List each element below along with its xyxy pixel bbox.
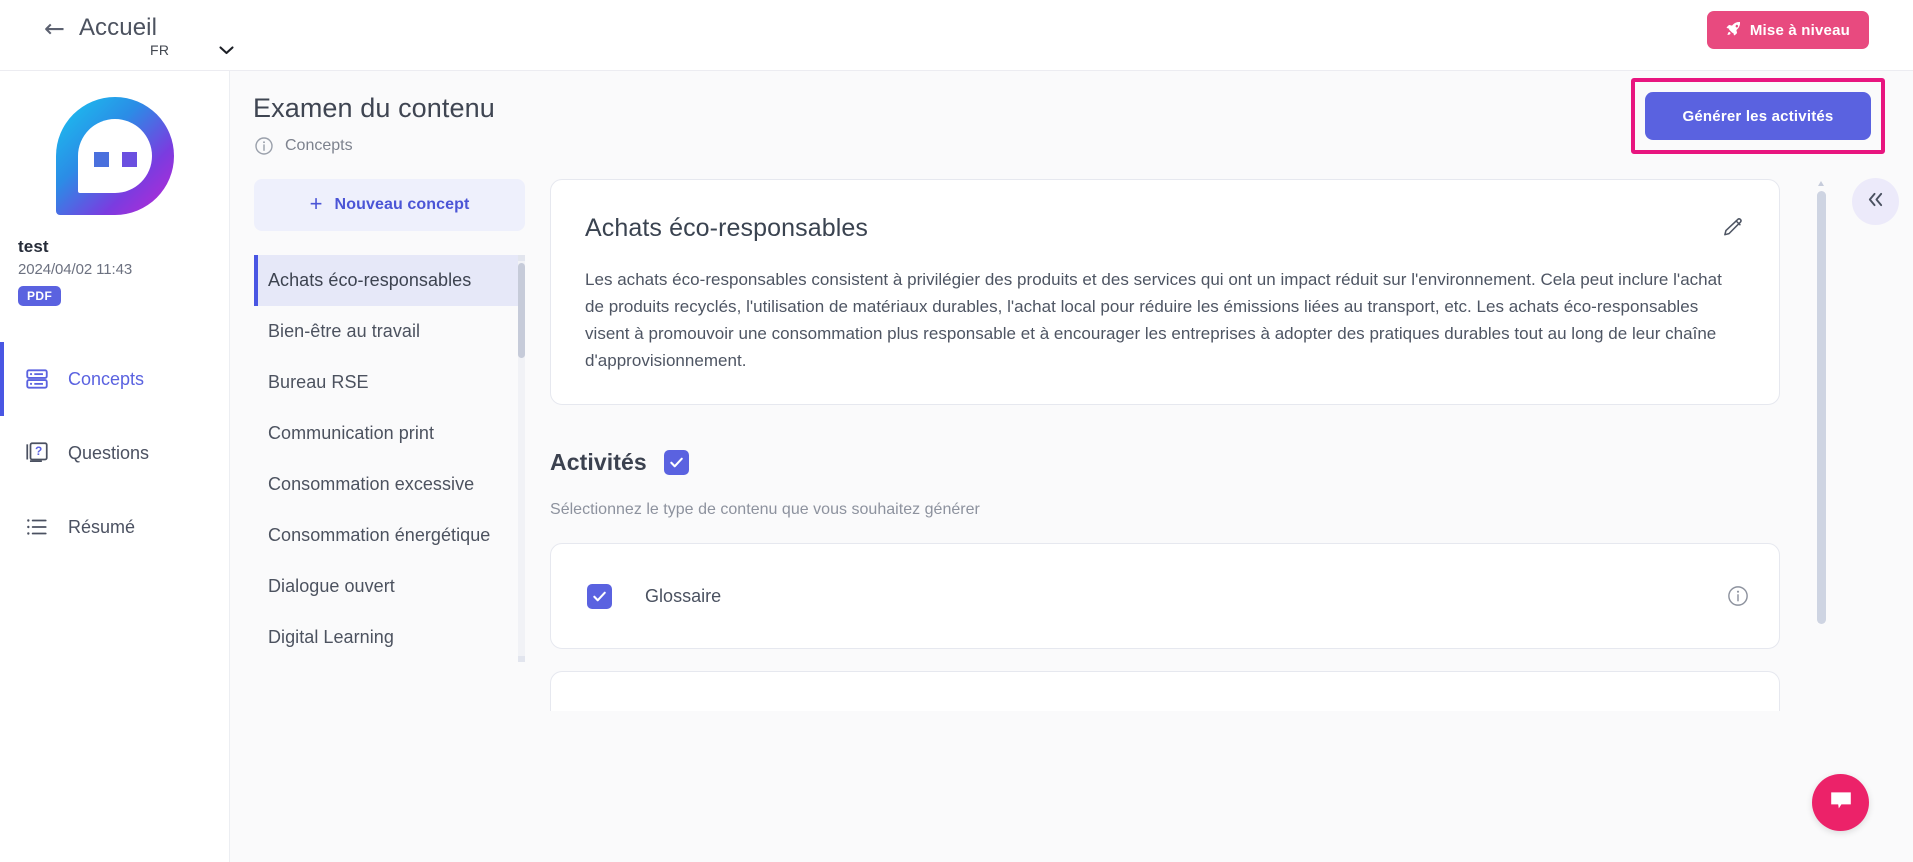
concept-list-column: + Nouveau concept Achats éco-responsable…	[254, 179, 525, 662]
concept-label: Achats éco-responsables	[268, 270, 471, 291]
sidebar: test 2024/04/02 11:43 PDF Concepts	[0, 71, 230, 862]
upgrade-button[interactable]: Mise à niveau	[1707, 11, 1869, 49]
document-meta: test 2024/04/02 11:43 PDF	[0, 215, 229, 306]
concept-title: Achats éco-responsables	[585, 214, 1745, 243]
document-format-badge: PDF	[18, 286, 61, 306]
activities-checkbox[interactable]	[664, 450, 689, 475]
back-to-home-link[interactable]: ← Accueil	[44, 14, 157, 42]
concept-list-item[interactable]: Dialogue ouvert	[254, 561, 525, 612]
chevron-down-icon	[219, 43, 234, 58]
check-icon	[668, 454, 685, 471]
concept-list-item[interactable]: Consommation énergétique	[254, 510, 525, 561]
concept-label: Digital Learning	[268, 627, 394, 648]
speech-bubble-logo	[56, 97, 174, 215]
concept-description: Les achats éco-responsables consistent à…	[585, 267, 1745, 374]
concept-detail-panel: Achats éco-responsables Les achats éco-r…	[550, 179, 1780, 711]
concept-label: Consommation énergétique	[268, 525, 490, 546]
concept-list-item[interactable]: Communication print	[254, 408, 525, 459]
activities-hint: Sélectionnez le type de contenu que vous…	[550, 501, 1780, 519]
concept-list-item[interactable]: Bureau RSE	[254, 357, 525, 408]
logo-eye-left	[94, 152, 109, 167]
pencil-icon	[1722, 227, 1745, 242]
activity-option-row[interactable]: Glossaire	[550, 543, 1780, 649]
sidebar-item-label: Résumé	[68, 517, 135, 538]
activity-option-checkbox[interactable]	[587, 584, 612, 609]
collapse-panel-button[interactable]	[1852, 178, 1899, 225]
breadcrumb-label: Concepts	[285, 137, 353, 155]
concept-list-item[interactable]: Achats éco-responsables	[254, 255, 525, 306]
sidebar-item-questions[interactable]: ? Questions	[0, 416, 229, 490]
logo-eye-right	[122, 152, 137, 167]
concept-label: Communication print	[268, 423, 434, 444]
concept-label: Consommation excessive	[268, 474, 474, 495]
main-content: Examen du contenu Concepts Générer les a…	[230, 71, 1913, 862]
activity-option-row-partial[interactable]	[550, 671, 1780, 711]
back-label: Accueil	[79, 14, 157, 42]
chevron-double-left-icon	[1865, 191, 1886, 213]
concept-list-scroll-thumb[interactable]	[518, 263, 525, 358]
chat-support-button[interactable]	[1812, 774, 1869, 831]
top-bar: ← Accueil FR Mise à niveau	[0, 0, 1913, 71]
new-concept-label: Nouveau concept	[335, 196, 470, 214]
concept-list-item[interactable]: Consommation excessive	[254, 459, 525, 510]
sidebar-item-concepts[interactable]: Concepts	[0, 342, 229, 416]
language-code: FR	[150, 42, 169, 58]
concept-label: Bien-être au travail	[268, 321, 420, 342]
sidebar-item-resume[interactable]: Résumé	[0, 490, 229, 564]
language-selector[interactable]: FR	[150, 42, 234, 58]
arrow-left-icon: ←	[44, 16, 65, 41]
concept-list-item[interactable]: Bien-être au travail	[254, 306, 525, 357]
concepts-icon	[24, 366, 50, 392]
info-icon	[254, 136, 274, 156]
scroll-up-arrow-icon[interactable]	[1818, 181, 1824, 186]
document-date: 2024/04/02 11:43	[18, 261, 229, 278]
activities-title: Activités	[550, 449, 647, 476]
document-title: test	[18, 237, 229, 257]
plus-icon: +	[310, 193, 323, 215]
concept-list-item[interactable]: Digital Learning	[254, 612, 525, 662]
check-icon	[591, 588, 608, 605]
activity-option-label: Glossaire	[645, 586, 721, 607]
upgrade-label: Mise à niveau	[1750, 22, 1850, 39]
concept-label: Bureau RSE	[268, 372, 369, 393]
edit-concept-button[interactable]	[1721, 216, 1745, 240]
sidebar-nav: Concepts ? Questions	[0, 342, 229, 564]
main-scroll-thumb[interactable]	[1817, 191, 1826, 624]
main-scrollbar[interactable]	[1817, 179, 1826, 624]
new-concept-button[interactable]: + Nouveau concept	[254, 179, 525, 231]
concept-label: Dialogue ouvert	[268, 576, 395, 597]
concept-list-scrollbar[interactable]	[518, 255, 525, 662]
chat-bubble-icon	[1828, 788, 1854, 817]
activities-header: Activités	[550, 449, 1780, 476]
page-title: Examen du contenu	[253, 93, 495, 124]
breadcrumb: Concepts	[254, 136, 353, 156]
concept-description-card: Achats éco-responsables Les achats éco-r…	[550, 179, 1780, 405]
info-circle-icon[interactable]	[1727, 585, 1749, 607]
summary-icon	[24, 514, 50, 540]
questions-icon: ?	[24, 440, 50, 466]
rocket-icon	[1726, 21, 1741, 39]
sidebar-item-label: Concepts	[68, 369, 144, 390]
concept-list: Achats éco-responsables Bien-être au tra…	[254, 255, 525, 662]
generate-activities-highlight: Générer les activités	[1631, 78, 1885, 154]
sidebar-item-label: Questions	[68, 443, 149, 464]
svg-text:?: ?	[35, 444, 42, 458]
generate-activities-button[interactable]: Générer les activités	[1645, 92, 1871, 140]
